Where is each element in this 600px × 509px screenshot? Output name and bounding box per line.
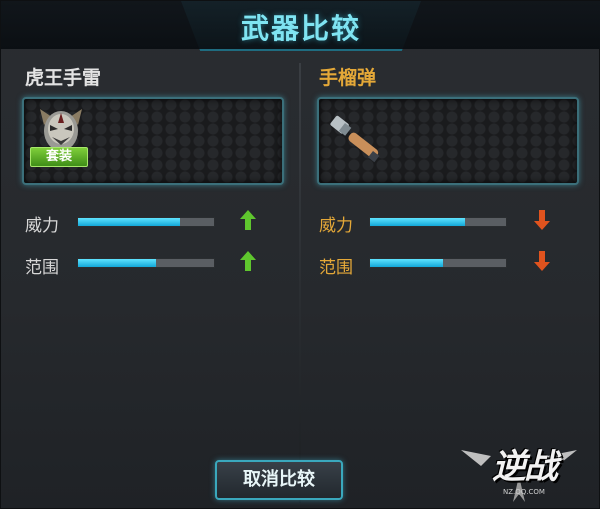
left-weapon-name: 虎王手雷 [25, 67, 102, 89]
right-range-bar [369, 258, 507, 268]
grenade-icon [330, 115, 380, 163]
left-range-bar-fill [78, 259, 156, 267]
set-badge: 套装 [30, 147, 88, 167]
right-range-label: 范围 [319, 258, 353, 278]
down-arrow-icon [534, 251, 550, 271]
tiger-helmet-icon [40, 109, 82, 151]
right-power-bar-fill [370, 218, 466, 226]
left-range-bar [77, 258, 215, 268]
cancel-compare-button[interactable]: 取消比较 [215, 460, 343, 500]
right-weapon-slot[interactable] [317, 97, 579, 185]
logo-subtext: NZ.QQ.COM [503, 488, 545, 496]
left-range-label: 范围 [25, 258, 59, 278]
right-power-bar [369, 217, 507, 227]
column-divider [299, 63, 301, 503]
left-power-label: 威力 [25, 216, 59, 236]
compare-window: 武器比较 虎王手雷 套装 威力 范围 手榴弹 威力 范围 取消比较 逆战 NZ.… [0, 0, 600, 509]
left-weapon-slot[interactable]: 套装 [22, 97, 284, 185]
logo-text: 逆战 [492, 447, 558, 487]
right-range-bar-fill [370, 259, 444, 267]
right-weapon-name: 手榴弹 [319, 67, 377, 89]
up-arrow-icon [240, 251, 256, 271]
window-title: 武器比较 [240, 12, 361, 45]
left-power-bar [77, 217, 215, 227]
left-power-bar-fill [78, 218, 180, 226]
down-arrow-icon [534, 210, 550, 230]
up-arrow-icon [240, 210, 256, 230]
right-power-label: 威力 [319, 216, 353, 236]
